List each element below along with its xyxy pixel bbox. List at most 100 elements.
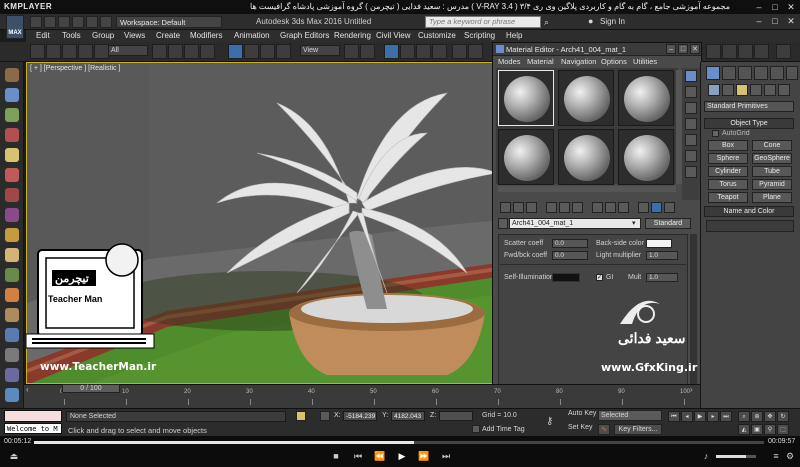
torus-button[interactable]: Torus (708, 179, 748, 190)
zoom-icon[interactable]: ⌕ (738, 411, 750, 422)
unlink-icon[interactable] (78, 44, 93, 59)
mirror-icon[interactable] (468, 44, 483, 59)
video-play-icon[interactable]: ▶ (396, 450, 408, 462)
next-frame-icon[interactable]: › (690, 385, 693, 394)
viewport-label[interactable]: [ + ] [Perspective ] [Realistic ] (30, 65, 120, 72)
me-menu-modes[interactable]: Modes (498, 57, 521, 66)
geosphere-button[interactable]: GeoSphere (752, 153, 792, 164)
walk-through-icon[interactable]: ⚲ (764, 424, 776, 435)
sample-slot[interactable] (558, 70, 614, 126)
me-minimize-icon[interactable]: – (666, 44, 676, 54)
next-key-icon[interactable]: ▸ (707, 411, 719, 422)
pick-material-icon[interactable] (664, 202, 675, 213)
menu-views[interactable]: Views (124, 30, 145, 42)
selection-region-icon[interactable] (184, 44, 199, 59)
previous-icon[interactable]: ⏮ (352, 450, 364, 462)
percent-snap-icon[interactable] (416, 44, 431, 59)
menu-help[interactable]: Help (506, 30, 522, 42)
vray-frame-buffer-icon[interactable] (5, 368, 19, 382)
vray-sphere-icon[interactable] (5, 288, 19, 302)
go-to-start-icon[interactable]: ⏮ (668, 411, 680, 422)
plane-button[interactable]: Plane (752, 192, 792, 203)
close-icon[interactable]: ✕ (784, 1, 798, 13)
playlist-icon[interactable]: ≡ (770, 450, 782, 462)
app-minimize-icon[interactable]: – (752, 15, 766, 27)
maximize-viewport-icon[interactable]: ⬚ (777, 424, 789, 435)
save-file-icon[interactable] (58, 16, 70, 28)
key-icon[interactable]: ⚷ (546, 416, 553, 427)
object-type-rollout[interactable]: Object Type (704, 118, 794, 129)
video-color-check-icon[interactable] (685, 134, 697, 146)
me-menu-options[interactable]: Options (601, 57, 627, 66)
sample-type-icon[interactable] (685, 70, 697, 82)
make-unique-icon[interactable] (559, 202, 570, 213)
menu-rendering[interactable]: Rendering (334, 30, 371, 42)
sphere-button[interactable]: Sphere (708, 153, 748, 164)
maximize-icon[interactable]: □ (768, 1, 782, 13)
link-icon[interactable] (62, 44, 77, 59)
put-to-scene-icon[interactable] (513, 202, 524, 213)
undo-icon[interactable] (72, 16, 84, 28)
cylinder-button[interactable]: Cylinder (708, 166, 748, 177)
sample-slot[interactable] (498, 70, 554, 126)
tube-button[interactable]: Tube (752, 166, 792, 177)
bind-space-warp-icon[interactable] (94, 44, 109, 59)
me-menu-material[interactable]: Material (527, 57, 554, 66)
space-warps-icon[interactable] (778, 84, 790, 96)
hierarchy-tab-icon[interactable] (738, 66, 752, 80)
teapot-button[interactable]: Teapot (708, 192, 748, 203)
angle-snap-icon[interactable] (400, 44, 415, 59)
shapes-icon[interactable] (722, 84, 734, 96)
menu-create[interactable]: Create (156, 30, 180, 42)
select-and-place-icon[interactable] (276, 44, 291, 59)
light-bulb-icon[interactable] (5, 148, 19, 162)
menu-customize[interactable]: Customize (418, 30, 456, 42)
create-sphere-icon[interactable] (5, 88, 19, 102)
menu-graph-editors[interactable]: Graph Editors (280, 30, 329, 42)
put-to-library-icon[interactable] (572, 202, 583, 213)
time-tag-icon[interactable] (472, 425, 480, 433)
cameras-icon[interactable] (750, 84, 762, 96)
display-tab-icon[interactable] (770, 66, 784, 80)
sample-slot[interactable] (558, 129, 614, 185)
go-forward-icon[interactable] (651, 202, 662, 213)
fast-forward-icon[interactable]: ⏩ (418, 450, 430, 462)
lights-icon[interactable] (736, 84, 748, 96)
select-and-scale-icon[interactable] (260, 44, 275, 59)
show-end-result-icon[interactable] (618, 202, 629, 213)
autogrid-checkbox[interactable] (712, 130, 719, 137)
params-scrollbar[interactable] (690, 234, 697, 404)
key-mode-icon[interactable]: ∿ (598, 424, 610, 435)
redo-icon[interactable] (86, 16, 98, 28)
mult-field[interactable]: 1.0 (646, 273, 678, 282)
selection-filter-dropdown[interactable]: All (108, 45, 148, 56)
sign-in-button[interactable]: Sign In (600, 17, 625, 26)
reset-map-icon[interactable] (546, 202, 557, 213)
slots-h-scrollbar[interactable] (498, 186, 676, 192)
app-menu-button[interactable]: MAX (6, 15, 24, 39)
select-object-icon[interactable] (152, 44, 167, 59)
menu-scripting[interactable]: Scripting (464, 30, 495, 42)
maxscript-listener-top[interactable] (4, 410, 62, 422)
material-name-field[interactable]: Arch41_004_mat_1 (509, 218, 641, 229)
open-file-icon[interactable]: ⏏ (8, 450, 20, 462)
utilities-tab-icon[interactable] (786, 66, 798, 80)
rewind-icon[interactable]: ⏪ (374, 450, 386, 462)
vray-light-icon[interactable] (5, 168, 19, 182)
minimize-icon[interactable]: – (752, 1, 766, 13)
selection-lock-icon[interactable] (296, 411, 306, 421)
scatter-coeff-field[interactable]: 0.0 (552, 239, 588, 248)
vray-toolbar-icon[interactable] (5, 348, 19, 362)
object-name-field[interactable] (706, 220, 794, 232)
uv-tiling-icon[interactable] (685, 118, 697, 130)
material-id-icon[interactable] (592, 202, 603, 213)
fwd-bck-coeff-field[interactable]: 0.0 (552, 251, 588, 260)
set-key-button[interactable]: Set Key (568, 424, 593, 431)
sample-slot[interactable] (618, 70, 674, 126)
material-editor-icon[interactable] (706, 44, 721, 59)
vray-render-icon[interactable] (5, 388, 19, 402)
pivot-center-icon[interactable] (344, 44, 359, 59)
make-preview-icon[interactable] (685, 150, 697, 162)
time-slider-track[interactable]: 0102030405060708090100 (24, 384, 700, 408)
name-and-color-rollout[interactable]: Name and Color (704, 206, 794, 217)
